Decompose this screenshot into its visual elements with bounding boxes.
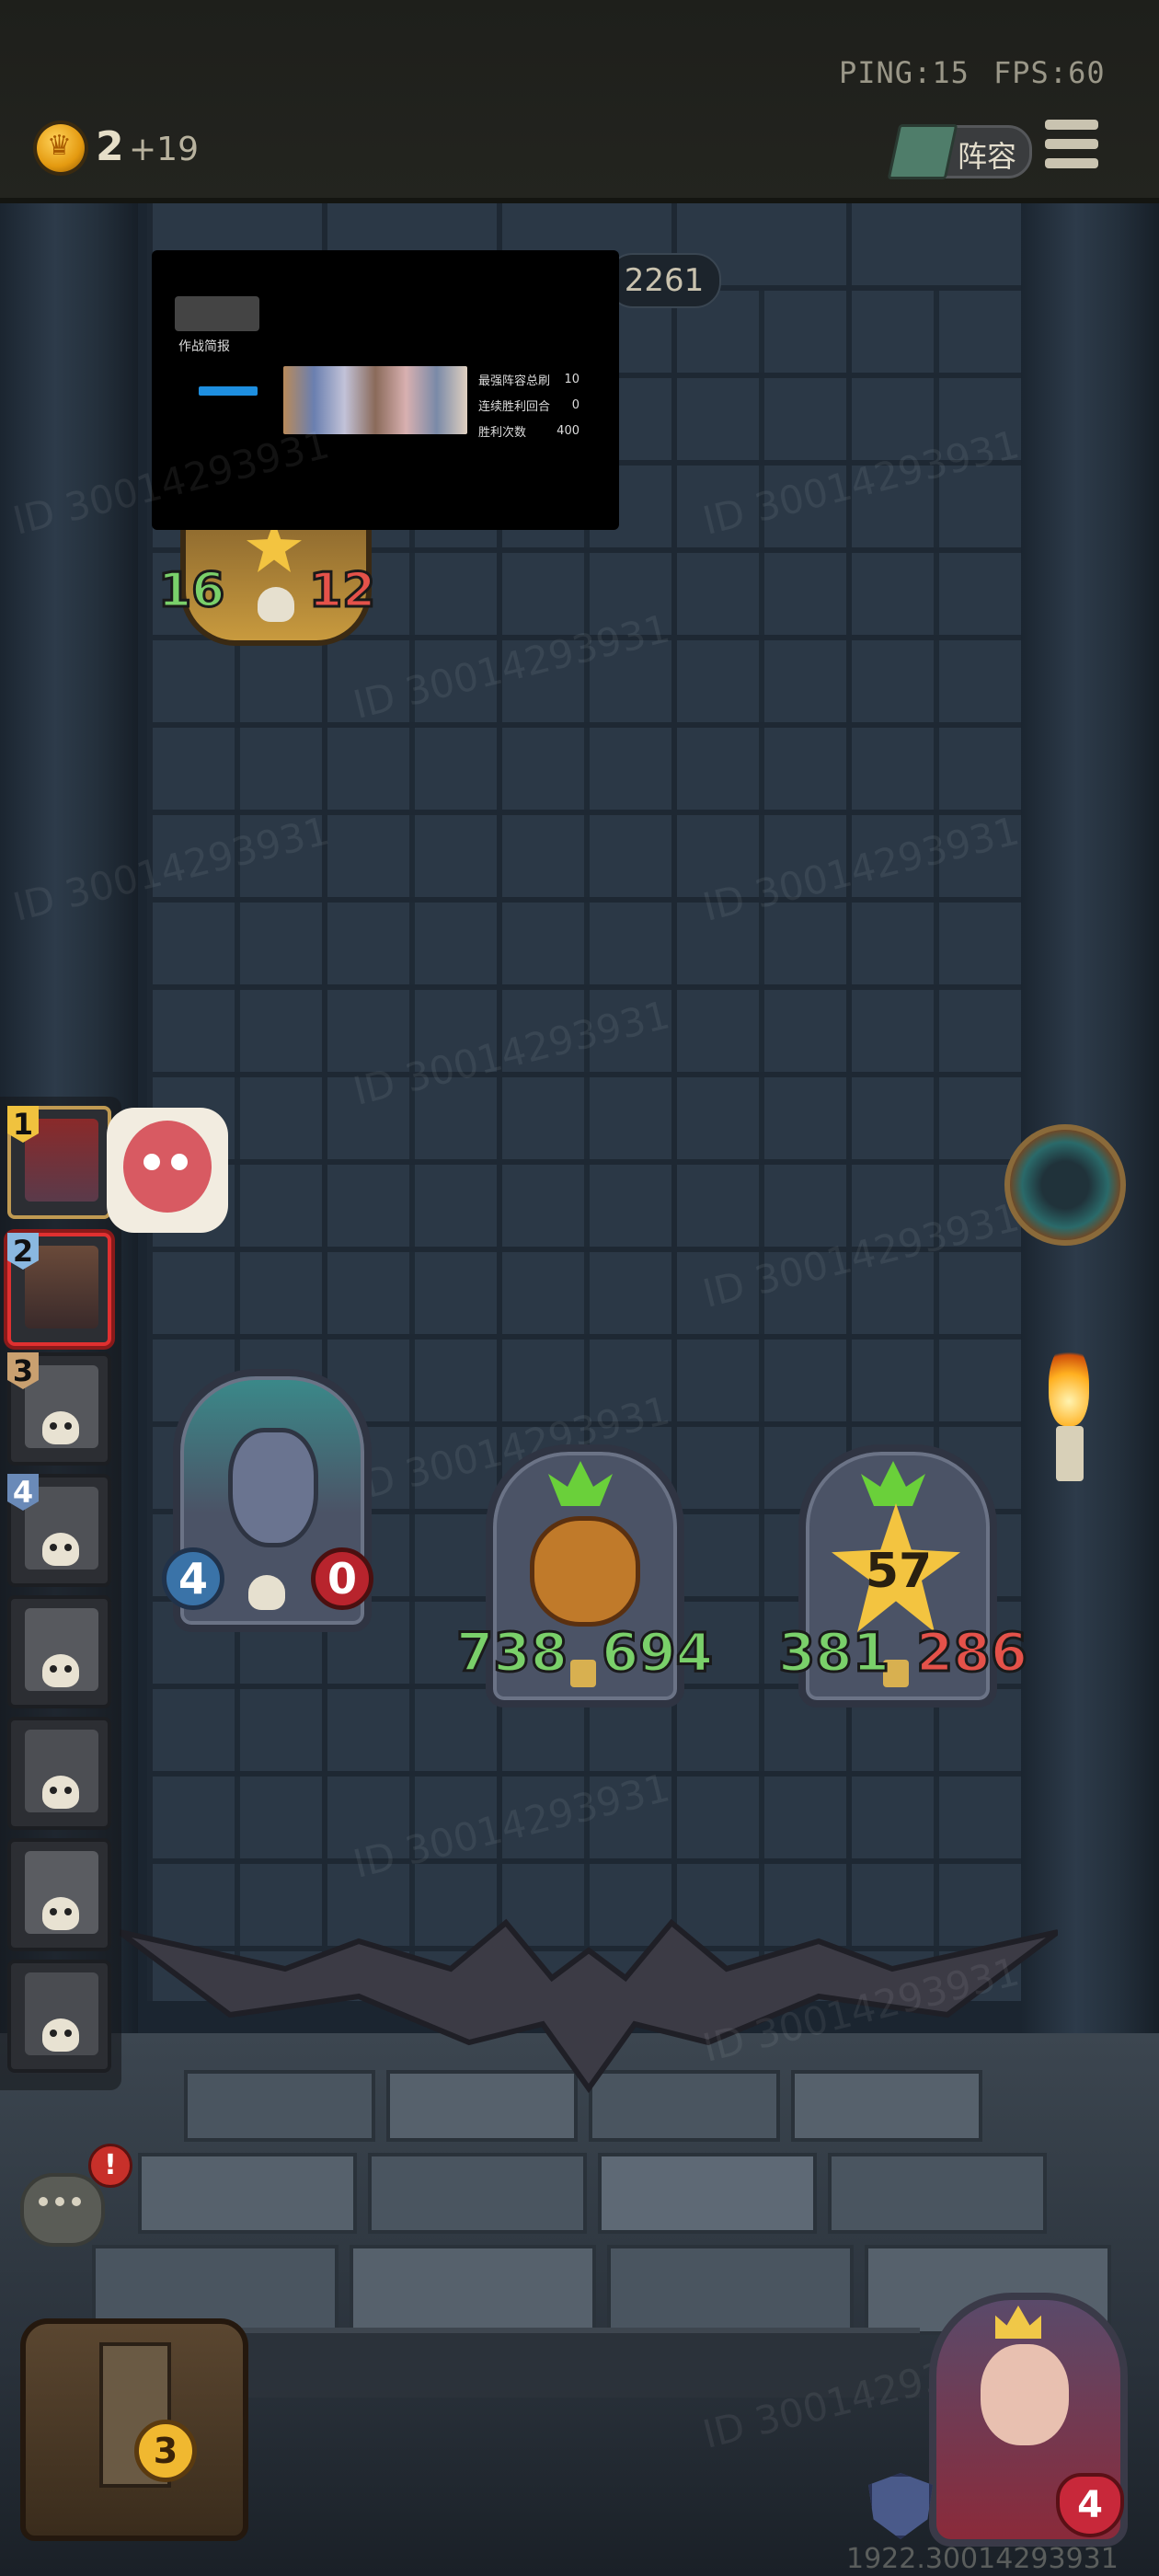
skull-icon — [42, 1776, 79, 1809]
torch-candle — [1056, 1426, 1084, 1481]
overlay-stat-label: 连续胜利回合 — [478, 399, 551, 414]
overlay-title: 作战简报 — [178, 339, 230, 354]
skull-icon — [42, 2018, 79, 2052]
lineup-button[interactable]: 阵容 — [887, 124, 1032, 179]
minion-star-count: 57 — [865, 1544, 933, 1599]
torch-icon — [1049, 1343, 1089, 1426]
minion-attack: 738 — [454, 1620, 568, 1685]
chest-count: 3 — [134, 2420, 197, 2482]
minion-attack: 381 — [776, 1620, 890, 1685]
menu-icon[interactable] — [1045, 120, 1098, 171]
portal-icon[interactable] — [1004, 1124, 1126, 1246]
enemy-hero-attack: 16 — [156, 562, 225, 620]
crown-icon — [995, 2306, 1041, 2339]
skull-icon — [258, 587, 294, 622]
gold-income: +19 — [129, 131, 199, 168]
alert-icon: ! — [88, 2144, 132, 2188]
opponent-score: 2261 — [607, 253, 721, 308]
overlay-stat-value: 400 — [557, 423, 580, 438]
overlay-stat-label: 胜利次数 — [478, 425, 527, 440]
overlay-stat-label: 最强阵容总刷 — [478, 374, 551, 388]
overlay-logo — [175, 296, 259, 331]
overlay-progress — [199, 386, 258, 396]
overlay-stat-value: 0 — [571, 397, 580, 412]
gold-count: 2 — [96, 123, 124, 170]
player-slot[interactable]: 4 — [7, 1474, 111, 1587]
player-slot[interactable] — [7, 1838, 111, 1951]
enemy-hero-health: 12 — [307, 562, 376, 620]
skull-icon — [248, 1575, 285, 1610]
overlay-stat-value: 10 — [564, 372, 580, 386]
ping-readout: PING:15 — [839, 55, 970, 90]
hero-face — [981, 2344, 1069, 2445]
overlay-stats: 最强阵容总刷 10 连续胜利回合 0 胜利次数 400 — [478, 366, 580, 443]
fps-readout: FPS:60 — [993, 55, 1106, 90]
lock-icon — [570, 1660, 596, 1687]
right-pillar — [1021, 198, 1159, 2038]
skull-icon — [42, 1411, 79, 1444]
pumpkin-head-icon — [530, 1516, 640, 1627]
player-slot[interactable] — [7, 1595, 111, 1708]
player-slot-current[interactable]: 2 — [7, 1233, 111, 1346]
player-slot[interactable]: 1 — [7, 1106, 111, 1219]
minion-health: 694 — [600, 1620, 714, 1685]
minion-health: 286 — [914, 1620, 1028, 1685]
chat-icon[interactable] — [20, 2173, 105, 2247]
minion-attack: 4 — [162, 1547, 224, 1610]
skull-icon — [42, 1897, 79, 1930]
emote-face-icon — [123, 1121, 212, 1213]
chest-icon[interactable] — [20, 2318, 248, 2541]
emote-bubble — [107, 1108, 228, 1233]
player-slot[interactable] — [7, 1960, 111, 2073]
lineup-book-icon — [887, 124, 958, 179]
minion-health: 0 — [311, 1547, 373, 1610]
player-slot[interactable] — [7, 1717, 111, 1830]
footer-id: 1922.30014293931 — [846, 2543, 1119, 2575]
skull-icon — [42, 1533, 79, 1566]
lineup-label: 阵容 — [958, 139, 1017, 174]
potion-bottle-icon — [228, 1428, 318, 1547]
coin-icon — [37, 124, 85, 172]
player-slot[interactable]: 3 — [7, 1352, 111, 1466]
skull-icon — [42, 1654, 79, 1687]
